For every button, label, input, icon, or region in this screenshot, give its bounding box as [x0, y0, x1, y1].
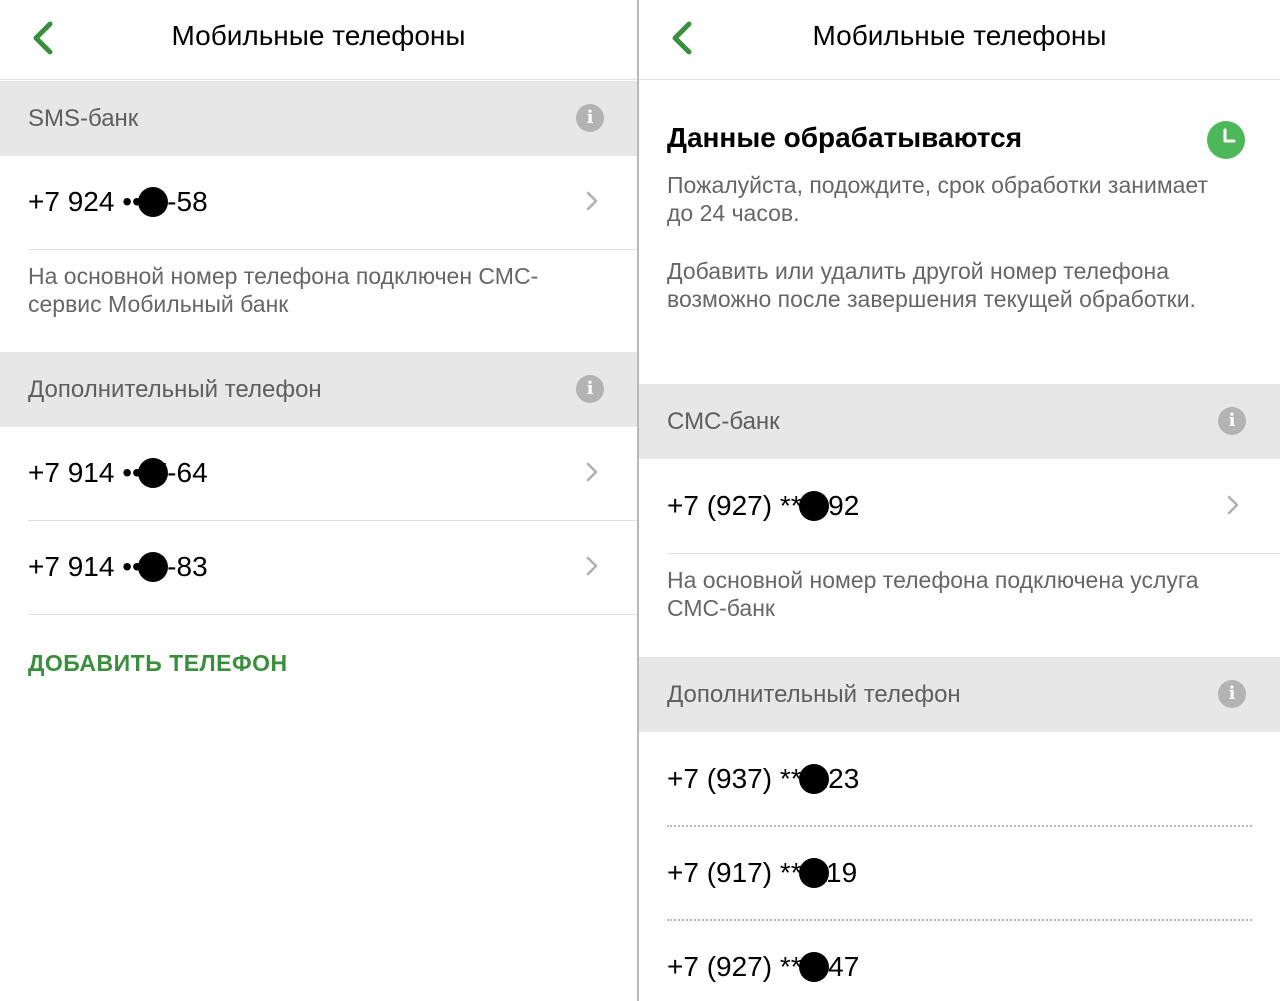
navigation-bar: Мобильные телефоны — [0, 0, 637, 80]
sms-service-note: На основной номер телефона подключен СМС… — [28, 263, 539, 317]
section-title: Дополнительный телефон — [667, 681, 961, 708]
phone-row-additional[interactable]: +7 914 •••3-83 — [0, 521, 637, 615]
section-header-sms-bank: СМС-банк i — [639, 384, 1280, 459]
redaction-mark — [798, 763, 829, 794]
redaction-mark — [137, 551, 168, 582]
left-screen: Мобильные телефоны SMS-банк i +7 924 •••… — [0, 0, 637, 1001]
info-icon[interactable]: i — [576, 375, 604, 403]
redaction-mark — [137, 457, 168, 488]
phone-row-primary[interactable]: +7 924 •••9-58 — [0, 156, 637, 250]
separator — [28, 614, 637, 615]
section-header-additional-phone: Дополнительный телефон i — [0, 352, 637, 427]
redaction-mark — [798, 951, 829, 982]
phone-row-additional[interactable]: +7 (917) ***119 — [639, 827, 1280, 921]
page-title: Мобильные телефоны — [812, 20, 1107, 51]
phone-number: +7 (927) ***692 — [667, 490, 860, 521]
phone-row-additional[interactable]: +7 (927) ***347 — [639, 921, 1280, 1001]
processing-wait-text: Пожалуйста, подождите, срок обработки за… — [667, 172, 1208, 226]
phone-row-additional[interactable]: +7 914 •••7-64 — [0, 427, 637, 521]
separator — [28, 249, 637, 250]
section-title: SMS-банк — [28, 105, 139, 132]
page-title: Мобильные телефоны — [171, 20, 466, 51]
separator — [667, 553, 1280, 554]
section-title: СМС-банк — [667, 408, 780, 435]
chevron-right-icon — [586, 462, 598, 482]
phone-number: +7 914 •••7-64 — [28, 457, 208, 488]
redaction-mark — [798, 857, 829, 888]
section-title: Дополнительный телефон — [28, 376, 322, 403]
chevron-right-icon — [586, 191, 598, 211]
right-screen: Мобильные телефоны Данные обрабатываются… — [639, 0, 1280, 1001]
redaction-mark — [798, 490, 829, 521]
redaction-mark — [137, 186, 168, 217]
clock-icon — [1207, 121, 1245, 159]
add-phone-button[interactable]: ДОБАВИТЬ ТЕЛЕФОН — [28, 650, 288, 677]
navigation-bar: Мобильные телефоны — [639, 0, 1280, 80]
chevron-right-icon — [1227, 495, 1239, 515]
chevron-right-icon — [586, 556, 598, 576]
phone-row-primary[interactable]: +7 (927) ***692 — [639, 460, 1280, 554]
phone-number: +7 914 •••3-83 — [28, 551, 208, 582]
phone-number: +7 924 •••9-58 — [28, 186, 208, 217]
phone-number: +7 (917) ***119 — [667, 857, 858, 888]
phone-number: +7 (937) ***223 — [667, 763, 860, 794]
sms-service-note: На основной номер телефона подключена ус… — [667, 567, 1199, 621]
section-header-sms-bank: SMS-банк i — [0, 81, 637, 156]
section-header-additional-phone: Дополнительный телефон i — [639, 657, 1280, 732]
phone-row-additional[interactable]: +7 (937) ***223 — [639, 733, 1280, 827]
info-icon[interactable]: i — [1218, 680, 1246, 708]
processing-info-text: Добавить или удалить другой номер телефо… — [667, 258, 1196, 312]
phone-number: +7 (927) ***347 — [667, 951, 860, 982]
processing-title: Данные обрабатываются — [667, 122, 1023, 153]
info-icon[interactable]: i — [576, 104, 604, 132]
info-icon[interactable]: i — [1218, 407, 1246, 435]
